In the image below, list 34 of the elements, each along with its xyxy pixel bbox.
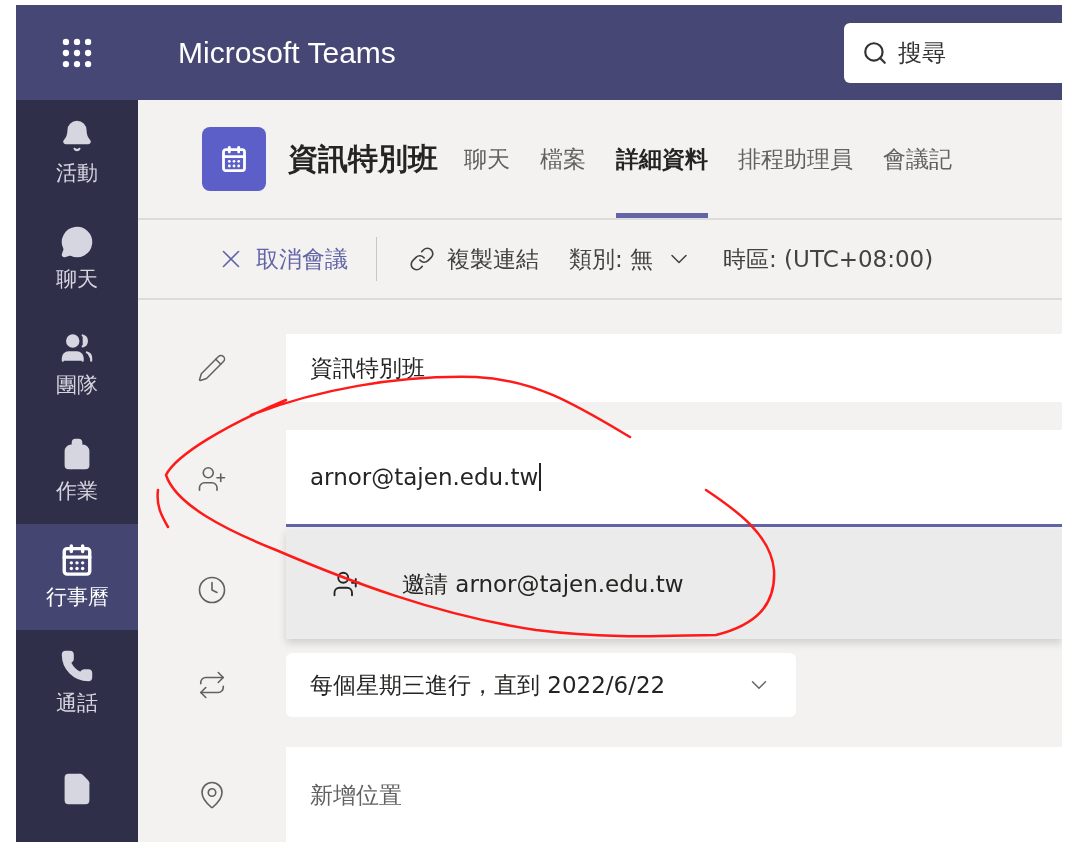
rail-item[interactable]: 聊天 [16,206,138,312]
pencil-icon [197,353,227,383]
invite-suggestion[interactable]: 邀請 arnor@tajen.edu.tw [286,529,1062,639]
location-field[interactable]: 新增位置 [286,747,1062,842]
tab[interactable]: 排程助理員 [738,100,853,218]
tab[interactable]: 檔案 [540,100,586,218]
calendar-icon [60,543,94,577]
link-icon [409,246,435,272]
title-field[interactable]: 資訊特別班 [286,334,1062,402]
app-title: Microsoft Teams [178,35,397,70]
people-icon [60,331,94,365]
tab[interactable]: 詳細資料 [616,100,708,218]
timezone-label[interactable]: 時區: (UTC+08:00) [723,243,934,275]
search-icon [862,39,888,66]
bell-icon [60,119,94,153]
meeting-title: 資訊特別班 [288,139,438,178]
category-dropdown[interactable]: 類別: 無 [569,243,694,275]
tab[interactable]: 會議記 [883,100,952,218]
cancel-meeting-button[interactable]: 取消會議 [216,243,348,275]
tab[interactable]: 聊天 [464,100,510,218]
rail-item[interactable]: 行事曆 [16,524,138,630]
calendar-tile-icon [202,127,266,191]
repeat-icon [197,670,227,700]
phone-icon [60,649,94,683]
attendees-field[interactable]: arnor@tajen.edu.tw [286,430,1062,527]
rail-item[interactable]: 團隊 [16,312,138,418]
recurrence-dropdown[interactable]: 每個星期三進行，直到 2022/6/22 [286,653,796,717]
copy-link-button[interactable]: 複製連結 [409,243,539,275]
chat-icon [60,225,94,259]
rail-item[interactable]: 作業 [16,418,138,524]
search-field[interactable]: 搜尋 [844,22,1062,83]
rail-item[interactable]: 活動 [16,100,138,206]
rail-item[interactable]: 通話 [16,630,138,736]
clock-icon [197,575,227,605]
